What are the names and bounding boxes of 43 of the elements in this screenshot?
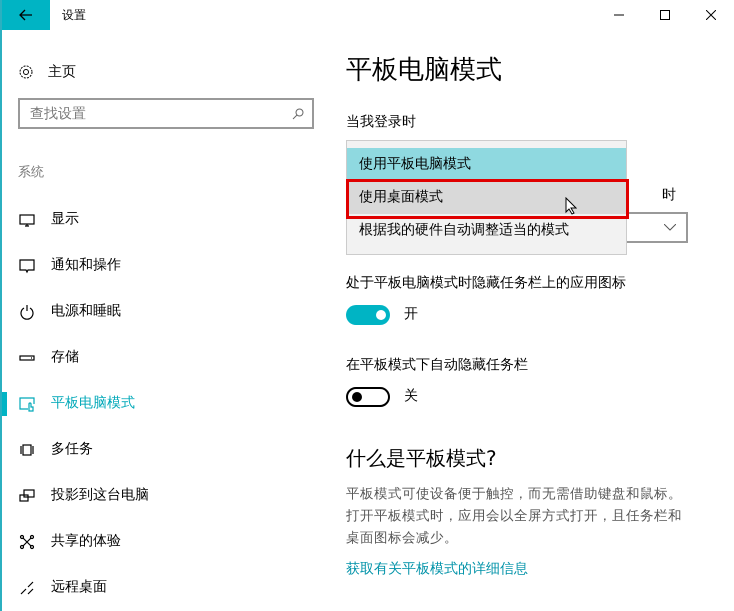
mouse-cursor-icon (565, 197, 577, 215)
section-heading: 什么是平板模式? (346, 445, 498, 472)
tablet-touch-icon (19, 396, 35, 412)
search-icon (292, 108, 304, 120)
nav-item[interactable]: 电源和睡眠 (2, 288, 330, 334)
details-link[interactable]: 获取有关平板模式的详细信息 (346, 559, 528, 580)
monitor-icon (19, 212, 35, 228)
field-label: 当我登录时 (346, 113, 417, 132)
toggle-switch[interactable] (346, 304, 390, 324)
nav-item[interactable]: 通知和操作 (2, 242, 330, 288)
power-icon (19, 304, 35, 320)
toggle-state: 关 (404, 387, 418, 406)
nav-item[interactable]: 存储 (2, 334, 330, 380)
toggle-label: 在平板模式下自动隐藏任务栏 (346, 356, 529, 375)
settings-icon (18, 64, 34, 80)
toggle-state: 开 (404, 305, 418, 324)
dropdown-option[interactable]: 根据我的硬件自动调整适当的模式 (347, 214, 626, 247)
dropdown-option[interactable]: 使用平板电脑模式 (347, 148, 626, 181)
field-label: 时 (662, 186, 676, 205)
selection-indicator (2, 392, 7, 416)
network-icon (19, 534, 35, 550)
home-link[interactable]: 主页 (2, 54, 330, 90)
maximize-icon (660, 10, 670, 20)
multitask-icon (19, 442, 35, 458)
nav-item[interactable]: 共享的体验 (2, 518, 330, 564)
back-arrow-icon (19, 9, 33, 21)
remote-desktop-icon (19, 580, 35, 596)
info-paragraph: 平板模式可使设备便于触控，而无需借助键盘和鼠标。打开平板模式时，应用会以全屏方式打开，且任务栏和桌面图标会减少。 (346, 485, 683, 548)
section-heading: 系统 (17, 164, 45, 182)
nav-item[interactable]: 多任务 (2, 426, 330, 472)
close-icon (706, 10, 716, 20)
search-field[interactable]: 查找设置 (18, 98, 314, 129)
toggle-label: 处于平板电脑模式时隐藏任务栏上的应用图标 (346, 274, 627, 293)
projection-icon (19, 488, 35, 504)
nav-item[interactable]: 显示 (2, 196, 330, 242)
toggle-switch[interactable] (346, 386, 390, 406)
page-heading: 平板电脑模式 (346, 54, 503, 87)
speech-bubble-icon (19, 258, 35, 274)
minimize-icon (614, 14, 624, 16)
nav-item[interactable]: 投影到这台电脑 (2, 472, 330, 518)
chevron-down-icon (664, 224, 676, 231)
nav-item[interactable]: 远程桌面 (2, 564, 330, 610)
window-title: 设置 (62, 7, 86, 24)
